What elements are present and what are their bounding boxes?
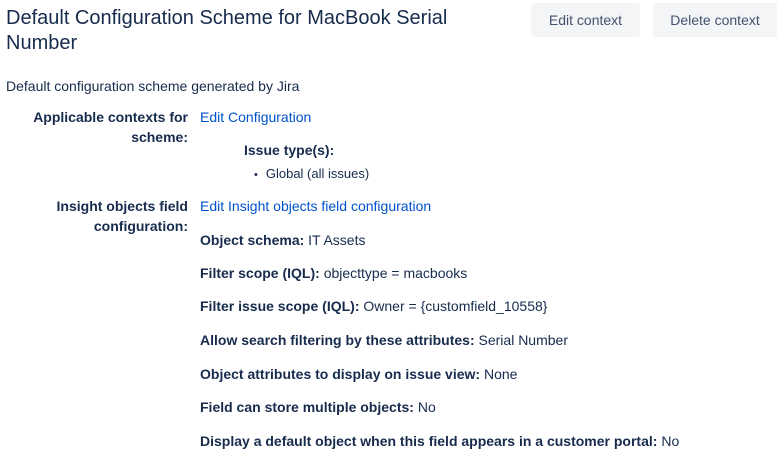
field-value: IT Assets: [308, 232, 366, 248]
page-title: Default Configuration Scheme for MacBook…: [6, 7, 448, 54]
filter-scope-row: Filter scope (IQL): objecttype = macbook…: [200, 263, 467, 283]
scheme-description: Default configuration scheme generated b…: [6, 78, 300, 94]
search-filtering-attributes-row: Allow search filtering by these attribut…: [200, 330, 568, 350]
issue-types-heading: Issue type(s):: [244, 142, 335, 158]
field-key: Object schema:: [200, 232, 305, 248]
object-schema-row: Object schema: IT Assets: [200, 230, 365, 250]
field-key: Field can store multiple objects:: [200, 399, 414, 415]
field-value: Owner = {customfield_10558}: [363, 298, 548, 314]
multiple-objects-row: Field can store multiple objects: No: [200, 397, 436, 417]
edit-context-button[interactable]: Edit context: [531, 3, 640, 37]
field-value: No: [661, 433, 680, 449]
default-object-portal-row: Display a default object when this field…: [200, 431, 679, 451]
field-value: Serial Number: [478, 332, 568, 348]
field-key: Filter scope (IQL):: [200, 265, 320, 281]
field-value: None: [483, 366, 518, 382]
display-attributes-row: Object attributes to display on issue vi…: [200, 364, 517, 384]
field-key: Object attributes to display on issue vi…: [200, 366, 481, 382]
field-value: No: [417, 399, 436, 415]
issue-types-list: Global (all issues): [254, 164, 369, 185]
field-key: Allow search filtering by these attribut…: [200, 332, 475, 348]
applicable-contexts-label: Applicable contexts for scheme:: [33, 109, 188, 145]
edit-insight-config-link[interactable]: Edit Insight objects field configuration: [200, 196, 431, 216]
delete-context-button[interactable]: Delete context: [653, 3, 777, 37]
edit-configuration-link[interactable]: Edit Configuration: [200, 107, 311, 127]
issue-type-label: Global (all issues): [265, 166, 370, 181]
insight-field-config-label: Insight objects field configuration:: [56, 198, 188, 234]
filter-issue-scope-row: Filter issue scope (IQL): Owner = {custo…: [200, 296, 547, 316]
field-key: Display a default object when this field…: [200, 433, 658, 449]
field-value: objecttype = macbooks: [323, 265, 468, 281]
list-item: Global (all issues): [254, 164, 369, 185]
field-key: Filter issue scope (IQL):: [200, 298, 360, 314]
